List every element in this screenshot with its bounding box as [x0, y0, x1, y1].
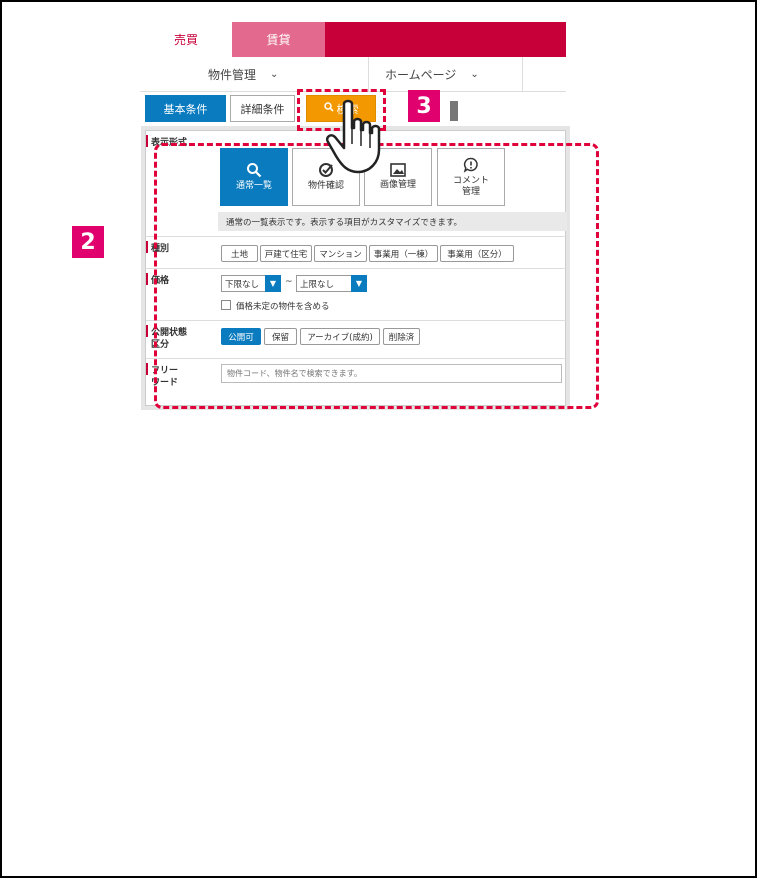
chevron-down-icon: ⌄: [270, 68, 279, 80]
hidden-button-edge: [450, 101, 458, 121]
basic-conditions-tab[interactable]: 基本条件: [145, 95, 226, 122]
tab-rent[interactable]: 賃貸: [232, 22, 325, 57]
pointer-hand-icon: [326, 99, 381, 174]
nav-homepage[interactable]: ホームページ ⌄: [385, 57, 479, 91]
nav-property-mgmt[interactable]: 物件管理 ⌄: [208, 57, 278, 91]
detail-conditions-tab[interactable]: 詳細条件: [230, 95, 295, 122]
nav-divider: [368, 57, 369, 91]
top-tab-bar: 売買 賃貸: [140, 22, 566, 57]
chevron-down-icon: ⌄: [470, 68, 479, 80]
nav-divider: [522, 57, 523, 91]
annotation-badge-2: 2: [72, 226, 104, 258]
tab-sell[interactable]: 売買: [140, 22, 232, 57]
annotation-badge-3: 3: [408, 90, 440, 122]
annotation-box-2: [154, 143, 599, 409]
nav-homepage-label: ホームページ: [385, 67, 457, 82]
main-nav: 物件管理 ⌄ ホームページ ⌄: [140, 57, 566, 92]
nav-property-mgmt-label: 物件管理: [208, 67, 257, 82]
